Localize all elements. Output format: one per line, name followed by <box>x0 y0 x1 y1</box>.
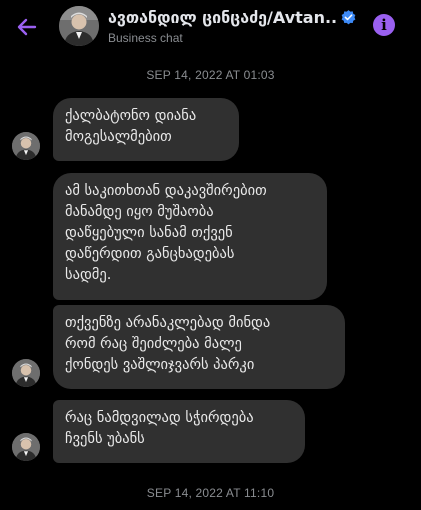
message-text-line: სადმე. <box>65 267 112 283</box>
sender-avatar[interactable] <box>12 433 40 461</box>
message-text-line: თქვენზე არანაკლებად მინდა <box>65 315 271 331</box>
message-text-line: რაც ნამდვილად სჭირდება <box>65 410 254 426</box>
info-icon: i <box>381 16 387 34</box>
message-bubble[interactable]: ამ საკითხთან დაკავშირებით მანამდე იყო მუ… <box>53 173 327 300</box>
sender-avatar[interactable] <box>12 359 40 387</box>
info-button[interactable]: i <box>373 14 395 36</box>
message-bubble[interactable]: თქვენზე არანაკლებად მინდა რომ რაც შეიძლე… <box>53 305 345 389</box>
arrow-left-icon <box>17 18 37 36</box>
message-text-line: ქონდეს ვაშლიჯვარს პარკი <box>65 357 255 373</box>
message-text-line: დაწყებული სანამ თქვენ <box>65 225 233 241</box>
chat-title-block[interactable]: ავთანდილ ცინცაძე/Avtan... Business chat <box>108 8 360 45</box>
chat-header: ავთანდილ ცინცაძე/Avtan... Business chat … <box>0 0 421 58</box>
sender-avatar[interactable] <box>12 132 40 160</box>
message-text-line: ჩვენს უბანს <box>65 431 145 447</box>
person-photo-icon <box>12 359 40 387</box>
person-photo-icon <box>12 132 40 160</box>
person-photo-icon <box>59 6 99 46</box>
back-button[interactable] <box>10 12 44 42</box>
message-text-line: რომ რაც შეიძლება მალე <box>65 336 242 352</box>
message-timestamp: SEP 14, 2022 AT 11:10 <box>146 486 275 500</box>
message-bubble[interactable]: ქალბატონო დიანა მოგესალმებით <box>53 98 239 161</box>
message-text-line: ქალბატონო დიანა <box>65 108 197 124</box>
person-photo-icon <box>12 433 40 461</box>
message-text-line: მოგესალმებით <box>65 129 172 145</box>
chat-subtitle: Business chat <box>108 31 183 45</box>
message-bubble[interactable]: რაც ნამდვილად სჭირდება ჩვენს უბანს <box>53 400 305 463</box>
message-timestamp: SEP 14, 2022 AT 01:03 <box>146 68 275 82</box>
verified-badge-icon <box>341 10 356 25</box>
chat-title: ავთანდილ ცინცაძე/Avtan... <box>108 8 336 27</box>
message-text-line: ამ საკითხთან დაკავშირებით <box>65 183 267 199</box>
contact-avatar[interactable] <box>59 6 99 46</box>
message-text-line: დაწერდით განცხადებას <box>65 246 235 262</box>
message-text-line: მანამდე იყო მუშაობა <box>65 204 214 220</box>
